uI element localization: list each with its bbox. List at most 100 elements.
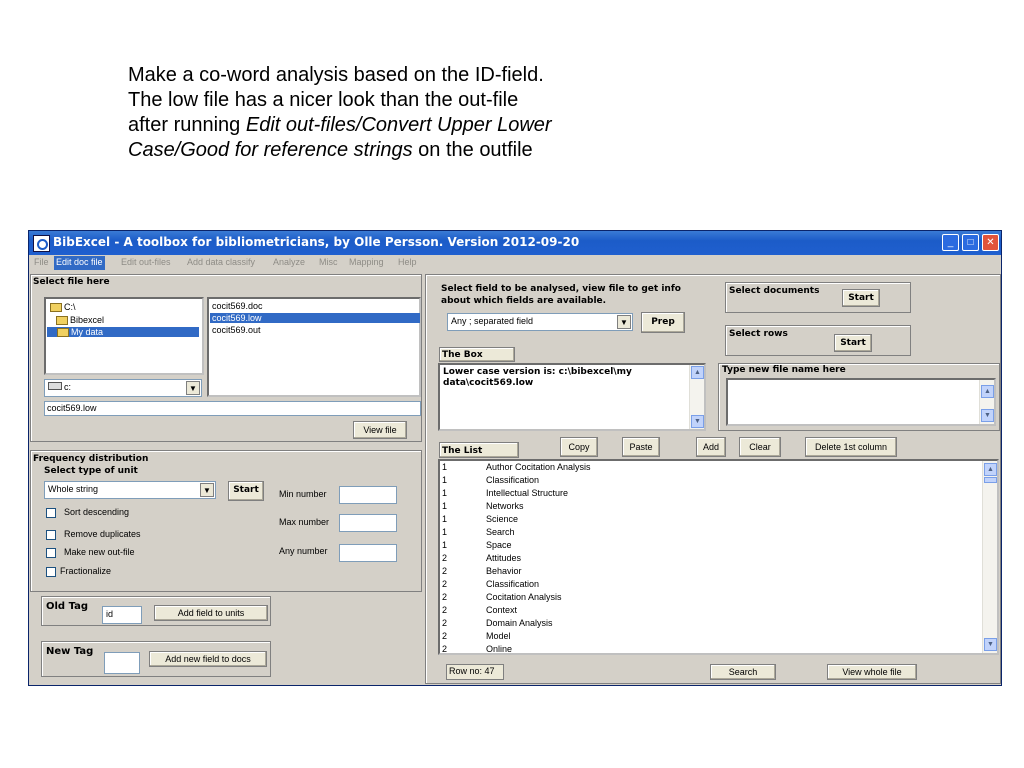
list-item-count: 1 (442, 462, 448, 472)
tree-item-c-drive[interactable]: C:\ (50, 302, 76, 313)
caption-line-3-italic: Edit out-files/Convert Upper Lower (245, 114, 552, 136)
list-item[interactable]: 2 Attitudes (442, 553, 521, 563)
title-bar[interactable]: BibExcel - A toolbox for bibliometrician… (29, 231, 1001, 255)
old-tag-input[interactable]: id (102, 606, 142, 624)
new-tag-input[interactable] (104, 652, 140, 674)
fractionalize-checkbox[interactable] (46, 567, 56, 577)
the-box-textarea[interactable]: Lower case version is: c:\bibexcel\my da… (438, 363, 706, 431)
menu-analyze[interactable]: Analyze (273, 257, 305, 267)
list-item[interactable]: 2 Online (442, 644, 512, 654)
the-list-scrollbar[interactable]: ▲ ▼ (982, 461, 997, 653)
app-icon[interactable] (33, 235, 50, 252)
the-box-scrollbar[interactable]: ▲ ▼ (689, 365, 704, 429)
list-item-term: Classification (486, 579, 540, 589)
paste-button[interactable]: Paste (622, 437, 660, 457)
search-button[interactable]: Search (710, 664, 776, 680)
unit-type-select[interactable]: Whole string ▼ (44, 481, 216, 499)
menu-misc[interactable]: Misc (319, 257, 338, 267)
list-item[interactable]: 1 Science (442, 514, 518, 524)
list-item[interactable]: 1 Search (442, 527, 515, 537)
menu-edit-out-files[interactable]: Edit out-files (121, 257, 171, 267)
file-item[interactable]: cocit569.out (212, 325, 261, 335)
list-item-count: 2 (442, 618, 448, 628)
frequency-panel: Frequency distribution Select type of un… (30, 450, 422, 592)
add-field-to-units-button[interactable]: Add field to units (154, 605, 268, 621)
minimize-button[interactable]: _ (942, 234, 959, 251)
menu-file[interactable]: File (34, 257, 49, 267)
scroll-down-icon[interactable]: ▼ (691, 415, 704, 428)
min-number-input[interactable] (339, 486, 397, 504)
delete-first-column-button[interactable]: Delete 1st column (805, 437, 897, 457)
scroll-up-icon[interactable]: ▲ (984, 463, 997, 476)
new-file-input[interactable]: ▲ ▼ (726, 378, 996, 426)
analyse-text-line-1: Select field to be analysed, view file t… (441, 284, 681, 294)
view-file-button[interactable]: View file (353, 421, 407, 439)
remove-duplicates-checkbox[interactable] (46, 530, 56, 540)
scroll-down-icon[interactable]: ▼ (984, 638, 997, 651)
new-file-scrollbar[interactable]: ▲ ▼ (979, 380, 994, 424)
the-box-tab[interactable]: The Box (439, 347, 515, 362)
menu-edit-doc-file[interactable]: Edit doc file (54, 256, 105, 270)
close-button[interactable]: ✕ (982, 234, 999, 251)
any-number-input[interactable] (339, 544, 397, 562)
list-item[interactable]: 1 Intellectual Structure (442, 488, 568, 498)
drive-icon (48, 382, 62, 390)
file-list[interactable]: cocit569.doc cocit569.low cocit569.out (207, 297, 421, 397)
view-whole-file-button[interactable]: View whole file (827, 664, 917, 680)
tree-item-bibexcel[interactable]: Bibexcel (56, 315, 104, 326)
file-item-selected[interactable]: cocit569.low (210, 313, 420, 323)
scroll-thumb[interactable] (984, 477, 997, 483)
select-documents-start-button[interactable]: Start (842, 289, 880, 307)
select-rows-start-button[interactable]: Start (834, 334, 872, 352)
menu-mapping[interactable]: Mapping (349, 257, 384, 267)
maximize-button[interactable]: □ (962, 234, 979, 251)
list-item[interactable]: 1 Networks (442, 501, 524, 511)
chevron-down-icon[interactable]: ▼ (200, 483, 214, 497)
the-list-textarea[interactable]: 1 Author Cocitation Analysis 1 Classificati… (438, 459, 999, 655)
select-rows-panel: Select rows Start (725, 325, 911, 356)
menu-add-data-classify[interactable]: Add data classify (187, 257, 255, 267)
list-item[interactable]: 2 Context (442, 605, 517, 615)
list-item-count: 2 (442, 579, 448, 589)
list-item[interactable]: 2 Cocitation Analysis (442, 592, 562, 602)
scroll-up-icon[interactable]: ▲ (691, 366, 704, 379)
file-path-field[interactable]: cocit569.low (44, 401, 421, 416)
clear-button[interactable]: Clear (739, 437, 781, 457)
chevron-down-icon[interactable]: ▼ (186, 381, 200, 395)
file-item[interactable]: cocit569.doc (212, 301, 263, 311)
list-item-count: 1 (442, 527, 448, 537)
copy-button[interactable]: Copy (560, 437, 598, 457)
new-tag-panel: New Tag Add new field to docs (41, 641, 271, 677)
menu-help[interactable]: Help (398, 257, 417, 267)
make-new-outfile-checkbox[interactable] (46, 548, 56, 558)
list-item-count: 2 (442, 644, 448, 654)
list-item[interactable]: 2 Model (442, 631, 511, 641)
list-item[interactable]: 2 Behavior (442, 566, 522, 576)
chevron-down-icon[interactable]: ▼ (617, 315, 631, 329)
field-select[interactable]: Any ; separated field ▼ (447, 313, 633, 331)
add-new-field-to-docs-button[interactable]: Add new field to docs (149, 651, 267, 667)
list-item[interactable]: 1 Author Cocitation Analysis (442, 462, 591, 472)
folder-tree[interactable]: C:\ Bibexcel My data (44, 297, 204, 375)
caption-line-3-plain: after running (128, 114, 246, 136)
prep-button[interactable]: Prep (641, 312, 685, 333)
list-item-count: 2 (442, 553, 448, 563)
add-button[interactable]: Add (696, 437, 726, 457)
max-number-input[interactable] (339, 514, 397, 532)
the-list-tab[interactable]: The List (439, 442, 519, 458)
select-rows-label: Select rows (729, 329, 788, 339)
frequency-heading: Frequency distribution (33, 454, 149, 464)
scroll-down-icon[interactable]: ▼ (981, 409, 994, 422)
list-item[interactable]: 1 Space (442, 540, 512, 550)
new-file-panel: Type new file name here ▲ ▼ (718, 363, 1000, 431)
list-item-term: Networks (486, 501, 524, 511)
drive-select[interactable]: c: ▼ (44, 379, 202, 397)
list-item[interactable]: 1 Classification (442, 475, 539, 485)
list-item[interactable]: 2 Classification (442, 579, 539, 589)
sort-descending-checkbox[interactable] (46, 508, 56, 518)
list-item[interactable]: 2 Domain Analysis (442, 618, 553, 628)
the-box-line-2: data\cocit569.low (443, 378, 534, 388)
scroll-up-icon[interactable]: ▲ (981, 385, 994, 398)
freq-start-button[interactable]: Start (228, 481, 264, 501)
tree-item-my-data[interactable]: My data (47, 327, 199, 338)
